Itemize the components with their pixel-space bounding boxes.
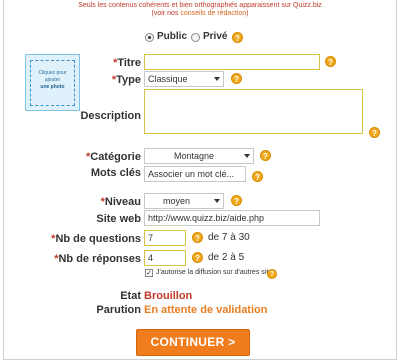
- private-label: Privé: [203, 31, 228, 42]
- description-textarea[interactable]: [144, 89, 363, 134]
- autorise-checkbox[interactable]: ✓: [145, 269, 153, 277]
- help-icon[interactable]: ?: [260, 150, 271, 161]
- help-icon[interactable]: ?: [231, 73, 242, 84]
- categorie-label: *Catégorie: [85, 151, 141, 163]
- public-label: Public: [157, 31, 188, 42]
- notice-line-1: Seuls les contenus cohérents et bien ort…: [0, 2, 400, 10]
- type-label: *Type: [111, 74, 141, 86]
- chevron-down-icon: [244, 154, 250, 158]
- photo-hint-2: ajouter: [44, 77, 61, 83]
- notice-suffix: ): [246, 10, 249, 17]
- nb-questions-range: de 7 à 30: [208, 232, 250, 243]
- add-photo-button[interactable]: Cliquez pour ajouter une photo: [25, 54, 80, 111]
- autorise-label: J'autorise la diffusion sur d'autres sit…: [156, 269, 276, 276]
- type-select-value: Classique: [148, 74, 188, 84]
- type-select[interactable]: Classique: [144, 71, 224, 87]
- continue-button[interactable]: CONTINUER >: [136, 329, 250, 356]
- nb-questions-label: *Nb de questions: [51, 233, 141, 245]
- conseils-link[interactable]: conseils de rédaction: [180, 10, 246, 17]
- categorie-select[interactable]: Montagne: [144, 148, 254, 164]
- parution-label: Parution: [96, 304, 141, 316]
- help-icon[interactable]: ?: [325, 56, 336, 67]
- titre-input[interactable]: [144, 54, 320, 70]
- nb-reponses-range: de 2 à 5: [208, 252, 245, 263]
- site-web-input[interactable]: http://www.quizz.biz/aide.php: [144, 210, 320, 226]
- niveau-label: *Niveau: [100, 196, 141, 208]
- site-web-label: Site web: [96, 213, 141, 225]
- description-label: Description: [80, 110, 141, 122]
- help-icon[interactable]: ?: [231, 195, 242, 206]
- photo-hint-3: une photo: [40, 84, 65, 90]
- nb-questions-input[interactable]: 7: [144, 230, 186, 246]
- help-icon[interactable]: ?: [192, 232, 203, 243]
- photo-hint-1: Cliquez pour: [38, 70, 67, 76]
- notice-prefix: (voir nos: [151, 10, 181, 17]
- radio-public[interactable]: [145, 33, 154, 42]
- help-icon[interactable]: ?: [232, 32, 243, 43]
- help-icon[interactable]: ?: [369, 127, 380, 138]
- chevron-down-icon: [214, 77, 220, 81]
- niveau-select-value: moyen: [163, 196, 191, 206]
- help-icon[interactable]: ?: [192, 252, 203, 263]
- mots-cles-label: Mots clés: [90, 167, 141, 179]
- help-icon[interactable]: ?: [267, 269, 277, 279]
- etat-label: Etat: [120, 290, 141, 302]
- niveau-select[interactable]: moyen: [144, 193, 224, 209]
- add-photo-dropzone[interactable]: Cliquez pour ajouter une photo: [30, 60, 75, 106]
- parution-value: En attente de validation: [144, 304, 268, 316]
- categorie-select-value: Montagne: [173, 151, 215, 161]
- radio-private[interactable]: [191, 33, 200, 42]
- nb-reponses-label: *Nb de réponses: [54, 253, 141, 265]
- mots-cles-input[interactable]: Associer un mot clé...: [144, 166, 246, 182]
- chevron-down-icon: [214, 199, 220, 203]
- titre-label: *Titre: [113, 57, 141, 69]
- notice-text: Seuls les contenus cohérents et bien ort…: [78, 2, 322, 9]
- notice-line-2: (voir nos conseils de rédaction): [0, 10, 400, 18]
- nb-reponses-input[interactable]: 4: [144, 250, 186, 266]
- etat-value: Brouillon: [144, 290, 193, 302]
- help-icon[interactable]: ?: [252, 171, 263, 182]
